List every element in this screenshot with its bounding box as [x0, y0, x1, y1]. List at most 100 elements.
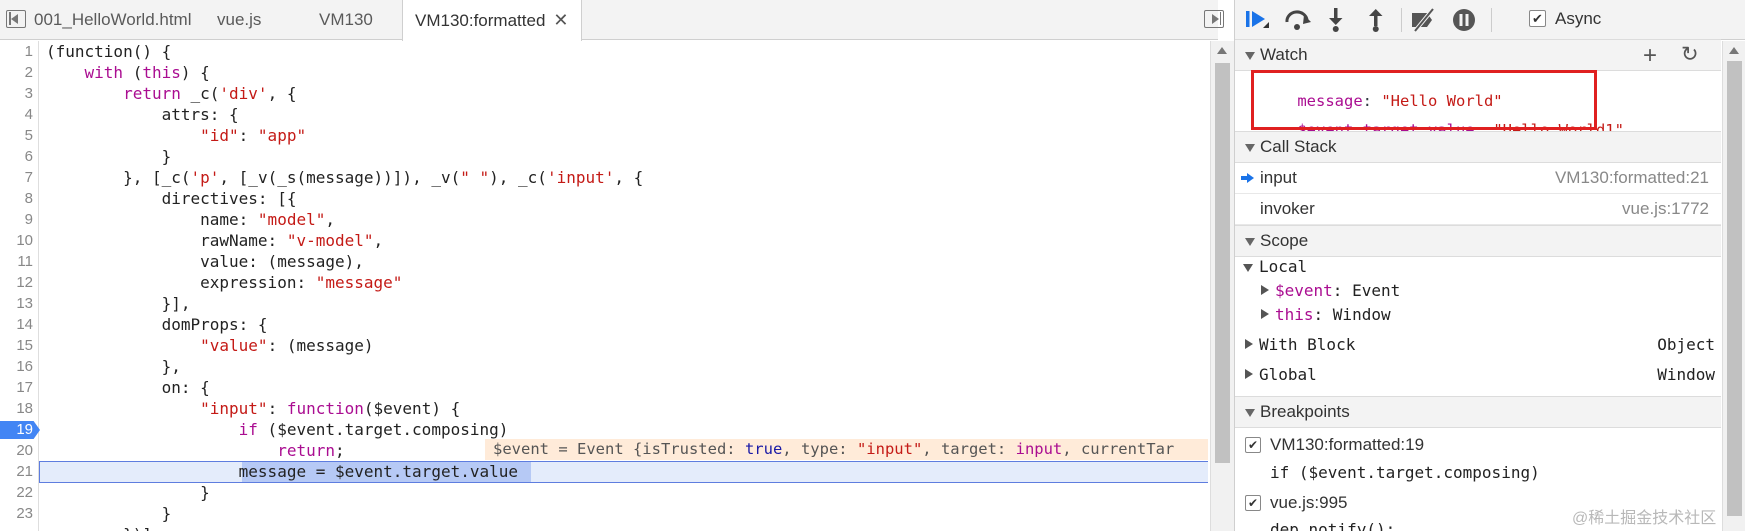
- code-line[interactable]: rawName: "v-model",: [46, 230, 383, 251]
- breakpoint-location[interactable]: VM130:formatted:19: [1270, 435, 1424, 455]
- line-number[interactable]: 12: [0, 272, 33, 293]
- editor-scrollbar[interactable]: [1210, 41, 1234, 531]
- scope-title: Scope: [1260, 231, 1309, 250]
- code-line[interactable]: with (this) {: [46, 62, 210, 83]
- line-number[interactable]: 8: [0, 188, 33, 209]
- collapse-triangle-icon[interactable]: [1245, 238, 1255, 246]
- line-number[interactable]: 6: [0, 146, 33, 167]
- toggle-debugger-icon[interactable]: [1204, 10, 1224, 28]
- tab-vue-js[interactable]: vue.js: [205, 0, 273, 40]
- code-line[interactable]: "id": "app": [46, 125, 306, 146]
- tab-001-helloworld[interactable]: 001_HelloWorld.html: [22, 0, 203, 40]
- code-line[interactable]: message = $event.target.value: [46, 461, 518, 482]
- code-line[interactable]: on: {: [46, 377, 210, 398]
- line-number-paused[interactable]: 19: [0, 419, 33, 440]
- code-line[interactable]: domProps: {: [46, 314, 268, 335]
- breakpoints-section-header[interactable]: Breakpoints: [1235, 396, 1721, 428]
- step-out-icon[interactable]: [1361, 6, 1391, 34]
- highlight-annotation-box: [1251, 70, 1597, 130]
- tab-label: VM130:formatted: [415, 11, 546, 30]
- code-line[interactable]: return _c('div', {: [46, 83, 296, 104]
- scope-section-header[interactable]: Scope: [1235, 225, 1721, 257]
- code-line[interactable]: })],: [46, 524, 162, 531]
- line-number[interactable]: 15: [0, 335, 33, 356]
- scroll-up-arrow-icon[interactable]: [1217, 47, 1227, 54]
- line-number[interactable]: 9: [0, 209, 33, 230]
- scope-with-block-label[interactable]: With Block: [1259, 335, 1355, 354]
- deactivate-breakpoints-icon[interactable]: [1409, 6, 1439, 34]
- scope-variable[interactable]: this: Window: [1275, 305, 1391, 324]
- line-number[interactable]: 5: [0, 125, 33, 146]
- code-line[interactable]: "input": function($event) {: [46, 398, 460, 419]
- line-number[interactable]: 10: [0, 230, 33, 251]
- call-stack-section-header[interactable]: Call Stack: [1235, 131, 1721, 163]
- breakpoint-checkbox[interactable]: ✔: [1245, 437, 1261, 453]
- expand-triangle-icon[interactable]: [1261, 309, 1269, 319]
- line-number[interactable]: 17: [0, 377, 33, 398]
- line-number[interactable]: 20: [0, 440, 33, 461]
- code-line[interactable]: return;: [46, 440, 344, 461]
- close-icon[interactable]: ✕: [553, 0, 568, 40]
- scope-local-label[interactable]: Local: [1259, 257, 1307, 276]
- collapse-triangle-icon[interactable]: [1245, 52, 1255, 60]
- code-line[interactable]: name: "model",: [46, 209, 335, 230]
- line-number[interactable]: 7: [0, 167, 33, 188]
- async-checkbox[interactable]: ✔: [1529, 10, 1546, 27]
- pause-on-exceptions-icon[interactable]: [1449, 6, 1479, 34]
- line-number[interactable]: 13: [0, 293, 33, 314]
- line-number[interactable]: 18: [0, 398, 33, 419]
- resume-icon[interactable]: [1243, 6, 1273, 34]
- tab-vm130-formatted[interactable]: VM130:formatted ✕: [402, 0, 582, 41]
- add-watch-expression-icon[interactable]: +: [1643, 42, 1657, 70]
- line-number[interactable]: 22: [0, 482, 33, 503]
- line-number[interactable]: 3: [0, 83, 33, 104]
- debugger-sidebar: ✔ Async Watch + ↻ message: "Hello World"…: [1234, 0, 1745, 531]
- code-line[interactable]: }: [46, 482, 210, 503]
- expand-triangle-icon[interactable]: [1243, 264, 1253, 272]
- code-line[interactable]: expression: "message": [46, 272, 402, 293]
- code-line[interactable]: value: (message),: [46, 251, 364, 272]
- scope-global-label[interactable]: Global: [1259, 365, 1317, 384]
- code-editor[interactable]: 1 2 3 4 5 6 7 8 9 10 11 12 13 14 15 16 1…: [0, 41, 1208, 531]
- line-number[interactable]: 14: [0, 314, 33, 335]
- step-into-icon[interactable]: [1321, 6, 1351, 34]
- code-line[interactable]: (function() {: [46, 41, 171, 62]
- call-frame[interactable]: input VM130:formatted:21: [1235, 163, 1721, 194]
- line-number[interactable]: 16: [0, 356, 33, 377]
- scrollbar-thumb[interactable]: [1215, 63, 1230, 463]
- scroll-up-arrow-icon[interactable]: [1729, 47, 1739, 54]
- code-line[interactable]: }: [46, 146, 172, 167]
- line-number[interactable]: 21: [0, 461, 33, 482]
- code-line[interactable]: }],: [46, 293, 191, 314]
- call-frame[interactable]: invoker vue.js:1772: [1235, 194, 1721, 225]
- code-line[interactable]: if ($event.target.composing): [46, 419, 509, 440]
- breakpoint-checkbox[interactable]: ✔: [1245, 495, 1261, 511]
- line-number[interactable]: 23: [0, 503, 33, 524]
- line-number[interactable]: 11: [0, 251, 33, 272]
- scope-with-block-value: Object: [1657, 335, 1715, 354]
- code-line[interactable]: }, [_c('p', [_v(_s(message))]), _v(" "),…: [46, 167, 643, 188]
- expand-triangle-icon[interactable]: [1245, 339, 1253, 349]
- step-over-icon[interactable]: [1283, 6, 1313, 34]
- code-line[interactable]: },: [46, 356, 181, 377]
- scope-variable[interactable]: $event: Event: [1275, 281, 1400, 300]
- collapse-triangle-icon[interactable]: [1245, 144, 1255, 152]
- refresh-watch-icon[interactable]: ↻: [1681, 42, 1699, 67]
- call-frame-location[interactable]: vue.js:1772: [1622, 194, 1709, 224]
- scrollbar-thumb[interactable]: [1727, 61, 1742, 516]
- expand-triangle-icon[interactable]: [1245, 369, 1253, 379]
- code-line[interactable]: attrs: {: [46, 104, 239, 125]
- breakpoint-location[interactable]: vue.js:995: [1270, 493, 1348, 513]
- line-number[interactable]: 1: [0, 41, 33, 62]
- tab-vm130[interactable]: VM130: [307, 0, 385, 40]
- code-line[interactable]: directives: [{: [46, 188, 297, 209]
- expand-triangle-icon[interactable]: [1261, 285, 1269, 295]
- call-frame-location[interactable]: VM130:formatted:21: [1555, 163, 1709, 193]
- sidebar-scrollbar[interactable]: [1722, 41, 1745, 531]
- line-number[interactable]: 4: [0, 104, 33, 125]
- line-number[interactable]: 2: [0, 62, 33, 83]
- code-line[interactable]: }: [46, 503, 172, 524]
- line-gutter[interactable]: 1 2 3 4 5 6 7 8 9 10 11 12 13 14 15 16 1…: [0, 41, 40, 531]
- collapse-triangle-icon[interactable]: [1245, 409, 1255, 417]
- code-line[interactable]: "value": (message): [46, 335, 373, 356]
